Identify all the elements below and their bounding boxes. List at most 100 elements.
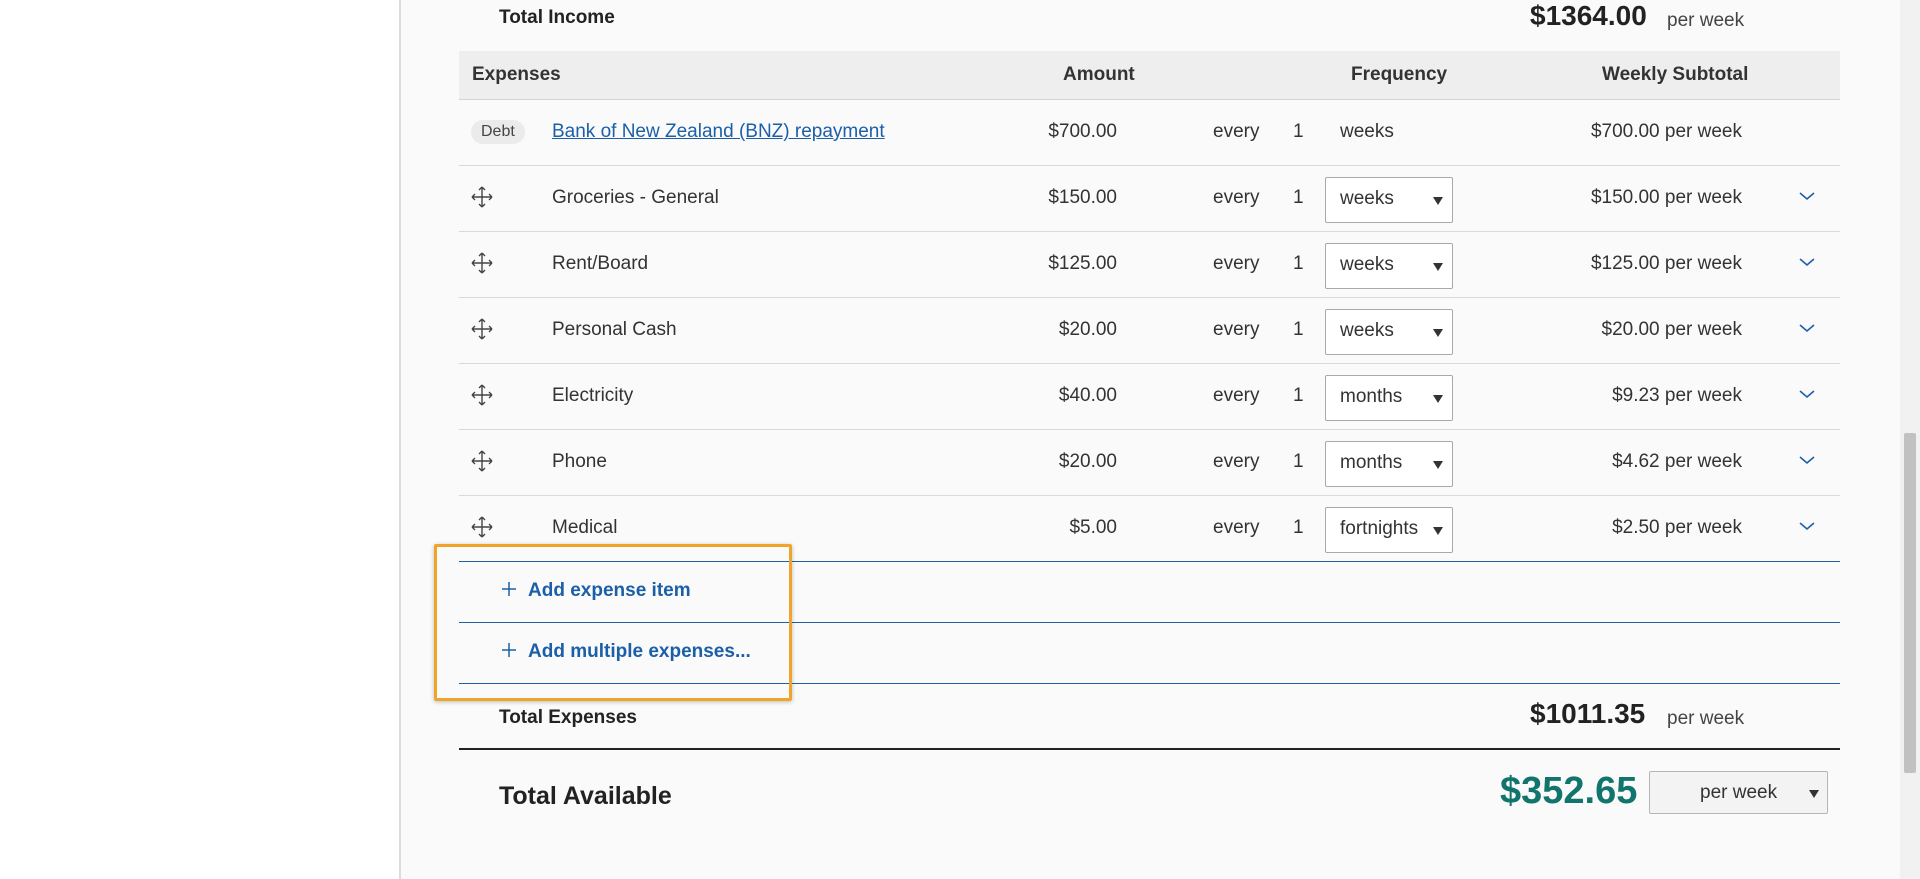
- expense-row: Phone $20.00 every 1 months $4.62 per we…: [459, 430, 1840, 496]
- frequency-count: 1: [1293, 253, 1304, 274]
- add-multiple-expenses-label: Add multiple expenses...: [528, 641, 751, 662]
- frequency-select[interactable]: weeks: [1325, 309, 1453, 355]
- total-available-amount: $352.65: [1500, 770, 1638, 812]
- frequency-select[interactable]: months: [1325, 441, 1453, 487]
- frequency-select-value: weeks: [1340, 320, 1394, 341]
- every-label: every: [1213, 121, 1260, 142]
- add-multiple-expenses-button[interactable]: Add multiple expenses...: [459, 623, 1840, 684]
- frequency-select-value: weeks: [1340, 254, 1394, 275]
- expense-amount: $40.00: [1058, 385, 1117, 406]
- frequency-count: 1: [1293, 121, 1304, 142]
- scrollbar-thumb[interactable]: [1904, 433, 1916, 773]
- total-available-label: Total Available: [499, 782, 672, 810]
- caret-down-icon: [1433, 197, 1443, 205]
- frequency-select[interactable]: fortnights: [1325, 507, 1453, 553]
- scrollbar[interactable]: [1900, 0, 1920, 879]
- frequency-select[interactable]: weeks: [1325, 177, 1453, 223]
- expense-amount: $5.00: [1069, 517, 1117, 538]
- caret-down-icon: [1809, 790, 1819, 798]
- expense-name-link[interactable]: Bank of New Zealand (BNZ) repayment: [552, 121, 885, 143]
- chevron-down-icon[interactable]: [1795, 250, 1819, 274]
- total-income-amount: $1364.00: [1530, 0, 1647, 31]
- chevron-down-icon[interactable]: [1795, 184, 1819, 208]
- frequency-select-value: months: [1340, 452, 1403, 473]
- frequency-count: 1: [1293, 517, 1304, 538]
- header-weekly-subtotal: Weekly Subtotal: [1602, 64, 1749, 85]
- move-icon[interactable]: [470, 515, 494, 539]
- every-label: every: [1213, 187, 1260, 208]
- chevron-down-icon[interactable]: [1795, 514, 1819, 538]
- debt-badge: Debt: [471, 120, 525, 144]
- chevron-down-icon[interactable]: [1795, 316, 1819, 340]
- frequency-count: 1: [1293, 451, 1304, 472]
- expense-row: Electricity $40.00 every 1 months $9.23 …: [459, 364, 1840, 430]
- plus-icon: [502, 582, 516, 596]
- weekly-subtotal: $125.00 per week: [1590, 253, 1742, 274]
- move-icon[interactable]: [470, 185, 494, 209]
- expense-amount: $150.00: [1048, 187, 1117, 208]
- weekly-subtotal: $20.00 per week: [1601, 319, 1743, 340]
- expense-name: Electricity: [552, 385, 634, 406]
- expense-name: Groceries - General: [552, 187, 719, 208]
- expense-row: Medical $5.00 every 1 fortnights $2.50 p…: [459, 496, 1840, 561]
- caret-down-icon: [1433, 329, 1443, 337]
- weekly-subtotal: $2.50 per week: [1612, 517, 1742, 538]
- every-label: every: [1213, 319, 1260, 340]
- frequency-select-value: weeks: [1340, 188, 1394, 209]
- frequency-count: 1: [1293, 385, 1304, 406]
- expense-name: Medical: [552, 517, 618, 538]
- expense-name: Personal Cash: [552, 319, 677, 340]
- frequency-select[interactable]: months: [1325, 375, 1453, 421]
- caret-down-icon: [1433, 461, 1443, 469]
- add-expense-item-button[interactable]: Add expense item: [459, 561, 1840, 623]
- expense-amount: $20.00: [1058, 319, 1117, 340]
- weekly-subtotal: $150.00 per week: [1590, 187, 1742, 208]
- plus-icon: [502, 643, 516, 657]
- frequency-select-value: months: [1340, 386, 1403, 407]
- header-amount: Amount: [1063, 64, 1135, 85]
- move-icon[interactable]: [470, 251, 494, 275]
- period-select[interactable]: per week: [1649, 771, 1828, 814]
- chevron-down-icon[interactable]: [1795, 382, 1819, 406]
- total-income-label: Total Income: [499, 7, 615, 28]
- expense-amount: $700.00: [1048, 121, 1117, 142]
- frequency-text: weeks: [1340, 121, 1394, 142]
- total-expenses-period: per week: [1667, 708, 1745, 729]
- total-expenses-amount: $1011.35: [1530, 698, 1646, 729]
- every-label: every: [1213, 451, 1260, 472]
- every-label: every: [1213, 385, 1260, 406]
- total-expenses-label: Total Expenses: [499, 707, 637, 728]
- expense-name: Phone: [552, 451, 607, 472]
- expense-amount: $125.00: [1048, 253, 1117, 274]
- move-icon[interactable]: [470, 449, 494, 473]
- weekly-subtotal: $9.23 per week: [1612, 385, 1742, 406]
- frequency-count: 1: [1293, 319, 1304, 340]
- header-frequency: Frequency: [1351, 64, 1448, 85]
- header-expenses: Expenses: [472, 64, 561, 85]
- expense-row: Personal Cash $20.00 every 1 weeks $20.0…: [459, 298, 1840, 364]
- frequency-select-value: fortnights: [1340, 518, 1419, 539]
- move-icon[interactable]: [470, 317, 494, 341]
- caret-down-icon: [1433, 263, 1443, 271]
- move-icon[interactable]: [470, 383, 494, 407]
- left-pane: [0, 0, 401, 879]
- every-label: every: [1213, 517, 1260, 538]
- total-available-row: Total Available $352.65 per week: [459, 750, 1840, 842]
- chevron-down-icon[interactable]: [1795, 448, 1819, 472]
- weekly-subtotal: $700.00 per week: [1590, 121, 1742, 142]
- expense-name: Rent/Board: [552, 253, 649, 274]
- caret-down-icon: [1433, 395, 1443, 403]
- frequency-count: 1: [1293, 187, 1304, 208]
- budget-panel: Total Income $1364.00 per week Expenses …: [459, 0, 1840, 842]
- expense-amount: $20.00: [1058, 451, 1117, 472]
- weekly-subtotal: $4.62 per week: [1612, 451, 1742, 472]
- expenses-header: Expenses Amount Frequency Weekly Subtota…: [459, 51, 1840, 100]
- total-expenses-row: Total Expenses $1011.35 per week: [459, 684, 1840, 750]
- frequency-select[interactable]: weeks: [1325, 243, 1453, 289]
- add-expense-item-label: Add expense item: [528, 580, 691, 601]
- expense-row: Rent/Board $125.00 every 1 weeks $125.00…: [459, 232, 1840, 298]
- caret-down-icon: [1433, 527, 1443, 535]
- total-income-period: per week: [1667, 10, 1745, 31]
- expense-row: Debt Bank of New Zealand (BNZ) repayment…: [459, 100, 1840, 166]
- every-label: every: [1213, 253, 1260, 274]
